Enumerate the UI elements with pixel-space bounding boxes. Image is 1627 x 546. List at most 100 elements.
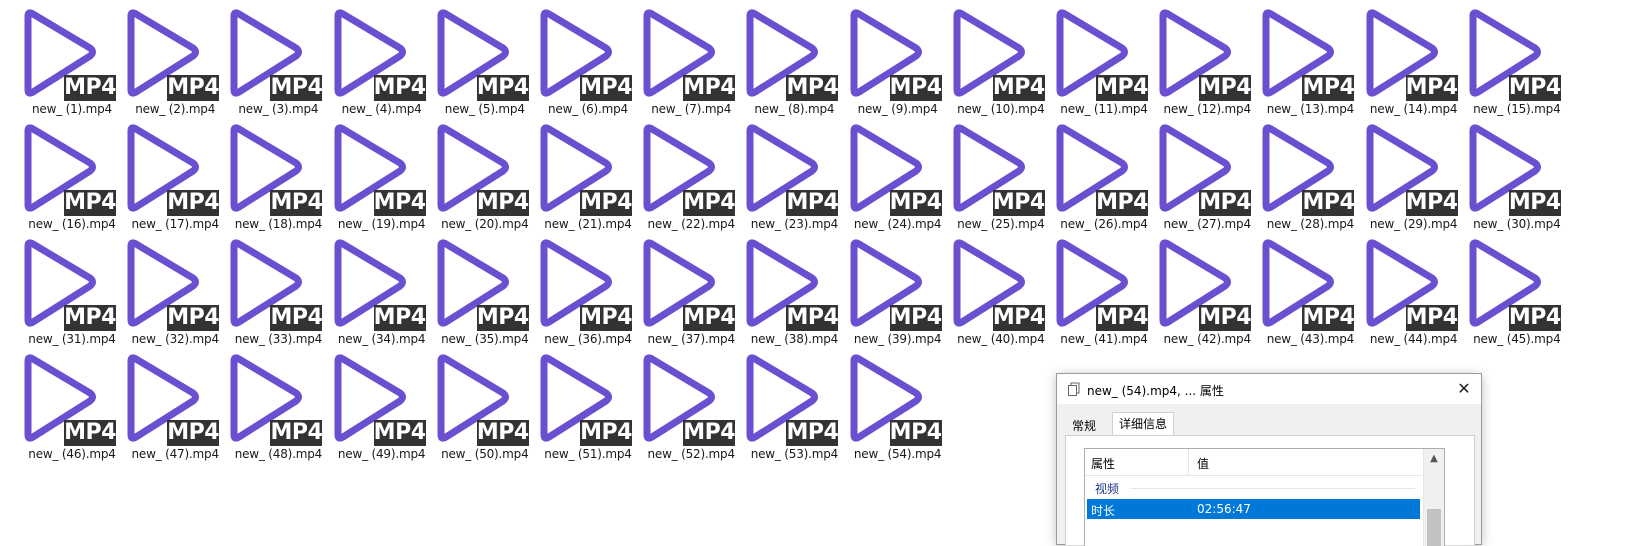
mp4-file-icon: MP4: [1467, 238, 1563, 331]
dialog-titlebar[interactable]: new_ (54).mp4, ... 属性 ✕: [1057, 374, 1481, 404]
file-item[interactable]: MP4 new_ (22).mp4: [623, 115, 736, 231]
file-name-label: new_ (45).mp4: [1473, 332, 1561, 346]
mp4-file-icon: MP4: [435, 353, 531, 446]
file-item[interactable]: MP4 new_ (36).mp4: [520, 230, 632, 346]
file-item[interactable]: MP4 new_ (6).mp4: [520, 0, 632, 116]
file-item[interactable]: MP4 new_ (16).mp4: [4, 115, 116, 231]
file-item[interactable]: MP4 new_ (35).mp4: [417, 230, 529, 346]
scroll-up-icon[interactable]: ▲: [1424, 451, 1444, 467]
mp4-file-icon: MP4: [1467, 8, 1563, 101]
mp4-file-icon: MP4: [538, 353, 634, 446]
file-item[interactable]: MP4 new_ (51).mp4: [520, 345, 632, 461]
mp4-file-icon: MP4: [332, 123, 428, 216]
close-button[interactable]: ✕: [1451, 377, 1477, 401]
property-table[interactable]: 属性 值 视频 时长 02:56:47 ▲: [1084, 448, 1445, 546]
file-item[interactable]: MP4 new_ (4).mp4: [314, 0, 426, 116]
mp4-file-icon: MP4: [125, 353, 221, 446]
mp4-file-icon: MP4: [228, 123, 324, 216]
table-row-duration[interactable]: 时长 02:56:47: [1087, 499, 1420, 519]
file-item[interactable]: MP4 new_ (19).mp4: [314, 115, 426, 231]
file-item[interactable]: MP4 new_ (27).mp4: [1139, 115, 1252, 231]
scroll-thumb[interactable]: [1427, 509, 1441, 546]
mp4-file-icon: MP4: [641, 8, 737, 101]
file-item[interactable]: MP4 new_ (23).mp4: [726, 115, 839, 231]
file-item[interactable]: MP4 new_ (10).mp4: [933, 0, 1045, 116]
file-item[interactable]: MP4 new_ (40).mp4: [933, 230, 1045, 346]
file-item[interactable]: MP4 new_ (41).mp4: [1036, 230, 1148, 346]
file-item[interactable]: MP4 new_ (42).mp4: [1139, 230, 1252, 346]
file-item[interactable]: MP4 new_ (39).mp4: [830, 230, 942, 346]
file-item[interactable]: MP4 new_ (54).mp4: [830, 345, 942, 461]
file-item[interactable]: MP4 new_ (9).mp4: [830, 0, 942, 116]
file-item[interactable]: MP4 new_ (2).mp4: [107, 0, 220, 116]
file-item[interactable]: MP4 new_ (49).mp4: [314, 345, 426, 461]
file-item[interactable]: MP4 new_ (17).mp4: [107, 115, 220, 231]
file-item[interactable]: MP4 new_ (1).mp4: [4, 0, 116, 116]
file-item[interactable]: MP4 new_ (13).mp4: [1242, 0, 1355, 116]
column-header-property[interactable]: 属性: [1091, 455, 1115, 472]
file-item[interactable]: MP4 new_ (33).mp4: [210, 230, 323, 346]
file-item[interactable]: MP4 new_ (32).mp4: [107, 230, 220, 346]
file-item[interactable]: MP4 new_ (7).mp4: [623, 0, 736, 116]
mp4-file-icon: MP4: [744, 238, 840, 331]
mp4-file-icon: MP4: [435, 8, 531, 101]
group-label-video: 视频: [1095, 482, 1120, 496]
mp4-badge: MP4: [889, 420, 942, 446]
file-item[interactable]: MP4 new_ (28).mp4: [1242, 115, 1355, 231]
mp4-file-icon: MP4: [744, 353, 840, 446]
mp4-file-icon: MP4: [1364, 8, 1460, 101]
file-item[interactable]: MP4 new_ (53).mp4: [726, 345, 839, 461]
file-item[interactable]: MP4 new_ (43).mp4: [1242, 230, 1355, 346]
file-item[interactable]: MP4 new_ (37).mp4: [623, 230, 736, 346]
mp4-file-icon: MP4: [332, 353, 428, 446]
mp4-file-icon: MP4: [538, 8, 634, 101]
mp4-file-icon: MP4: [1260, 123, 1356, 216]
file-item[interactable]: MP4 new_ (47).mp4: [107, 345, 220, 461]
file-item[interactable]: MP4 new_ (11).mp4: [1036, 0, 1148, 116]
mp4-file-icon: MP4: [435, 123, 531, 216]
mp4-file-icon: MP4: [1157, 123, 1253, 216]
column-separator[interactable]: [1188, 449, 1189, 475]
file-item[interactable]: MP4 new_ (30).mp4: [1449, 115, 1561, 231]
file-item[interactable]: MP4 new_ (45).mp4: [1449, 230, 1561, 346]
file-item[interactable]: MP4 new_ (31).mp4: [4, 230, 116, 346]
mp4-file-icon: MP4: [22, 8, 118, 101]
file-item[interactable]: MP4 new_ (25).mp4: [933, 115, 1045, 231]
mp4-file-icon: MP4: [641, 238, 737, 331]
file-name-label: new_ (54).mp4: [853, 447, 942, 461]
file-item[interactable]: MP4 new_ (3).mp4: [210, 0, 323, 116]
file-item[interactable]: MP4 new_ (50).mp4: [417, 345, 529, 461]
file-item[interactable]: MP4 new_ (14).mp4: [1346, 0, 1458, 116]
file-item[interactable]: MP4 new_ (48).mp4: [210, 345, 323, 461]
file-item[interactable]: MP4 new_ (46).mp4: [4, 345, 116, 461]
mp4-file-icon: MP4: [125, 238, 221, 331]
file-item[interactable]: MP4 new_ (52).mp4: [623, 345, 736, 461]
file-item[interactable]: MP4 new_ (34).mp4: [314, 230, 426, 346]
column-header-value[interactable]: 值: [1197, 455, 1209, 472]
mp4-file-icon: MP4: [744, 123, 840, 216]
file-item[interactable]: MP4 new_ (5).mp4: [417, 0, 529, 116]
mp4-file-icon: MP4: [641, 353, 737, 446]
file-item[interactable]: MP4 new_ (38).mp4: [726, 230, 839, 346]
mp4-file-icon: MP4: [848, 8, 944, 101]
vertical-scrollbar[interactable]: ▲: [1423, 449, 1444, 546]
mp4-file-icon: MP4: [951, 123, 1047, 216]
file-properties-icon: [1068, 382, 1080, 396]
mp4-file-icon: MP4: [848, 123, 944, 216]
properties-dialog: new_ (54).mp4, ... 属性 ✕ 常规 详细信息 属性 值 视频 …: [1056, 373, 1482, 546]
file-item[interactable]: MP4 new_ (21).mp4: [520, 115, 632, 231]
tab-details[interactable]: 详细信息: [1112, 412, 1175, 437]
file-item[interactable]: MP4 new_ (18).mp4: [210, 115, 323, 231]
file-item[interactable]: MP4 new_ (29).mp4: [1346, 115, 1458, 231]
mp4-file-icon: MP4: [641, 123, 737, 216]
mp4-file-icon: MP4: [228, 238, 324, 331]
file-item[interactable]: MP4 new_ (26).mp4: [1036, 115, 1148, 231]
file-item[interactable]: MP4 new_ (44).mp4: [1346, 230, 1458, 346]
file-item[interactable]: MP4 new_ (24).mp4: [830, 115, 942, 231]
file-item[interactable]: MP4 new_ (12).mp4: [1139, 0, 1252, 116]
mp4-file-icon: MP4: [1054, 8, 1150, 101]
file-item[interactable]: MP4 new_ (15).mp4: [1449, 0, 1561, 116]
file-item[interactable]: MP4 new_ (8).mp4: [726, 0, 839, 116]
mp4-file-icon: MP4: [22, 353, 118, 446]
file-item[interactable]: MP4 new_ (20).mp4: [417, 115, 529, 231]
